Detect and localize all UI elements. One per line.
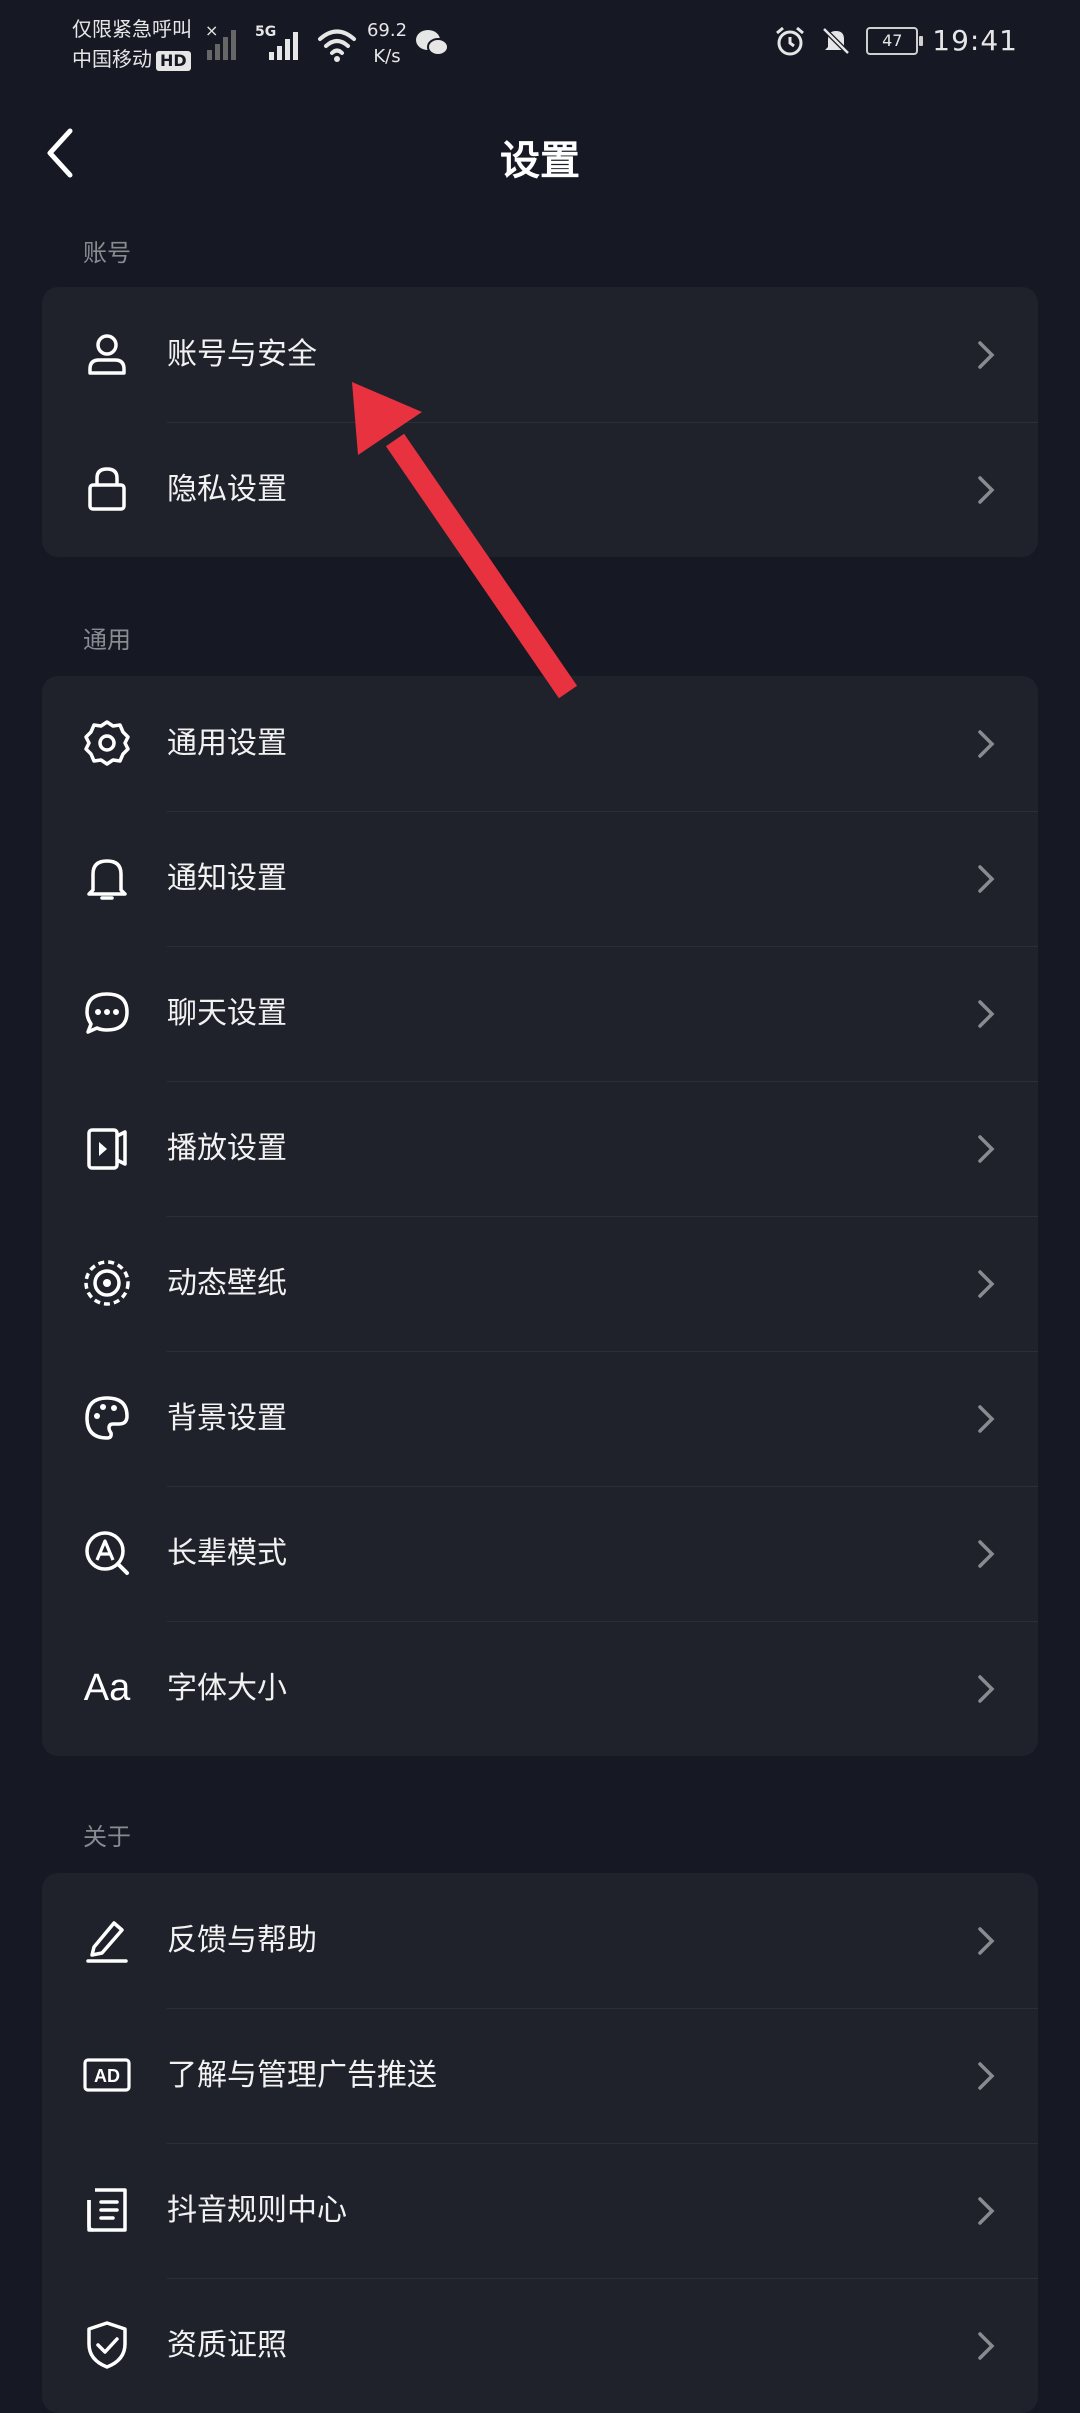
row-rules-center[interactable]: 抖音规则中心: [42, 2143, 1038, 2278]
chevron-right-icon: [978, 1540, 995, 1568]
ad-icon: AD: [82, 2050, 132, 2100]
gear-icon: [82, 718, 132, 768]
row-playback-settings[interactable]: 播放设置: [42, 1081, 1038, 1216]
play-icon: [82, 1123, 132, 1173]
chevron-right-icon: [978, 730, 995, 758]
row-general-settings[interactable]: 通用设置: [42, 676, 1038, 811]
signal-5g-icon: 5G: [255, 24, 298, 60]
chevron-right-icon: [978, 1270, 995, 1298]
pencil-icon: [82, 1915, 132, 1965]
font-size-icon: Aa: [82, 1663, 132, 1713]
page-title: 设置: [500, 138, 580, 184]
row-label: 背景设置: [167, 1401, 287, 1436]
section-label-about: 关于: [83, 1823, 131, 1851]
palette-icon: [82, 1393, 132, 1443]
network-speed: 69.2 K/s: [366, 20, 408, 67]
chevron-right-icon: [978, 1405, 995, 1433]
row-live-wallpaper[interactable]: 动态壁纸: [42, 1216, 1038, 1351]
chevron-right-icon: [978, 865, 995, 893]
row-label: 隐私设置: [167, 472, 287, 507]
chevron-right-icon: [978, 1675, 995, 1703]
chevron-right-icon: [978, 341, 995, 369]
card-general: 通用设置 通知设置 聊天设置 播放设置 动态壁纸 背景设置 长辈模式 Aa 字体…: [42, 676, 1038, 1756]
row-notification-settings[interactable]: 通知设置: [42, 811, 1038, 946]
row-elder-mode[interactable]: 长辈模式: [42, 1486, 1038, 1621]
row-label: 通知设置: [167, 861, 287, 896]
carrier-info: 仅限紧急呼叫 中国移动 HD: [72, 14, 202, 74]
header: 设置: [0, 100, 1080, 205]
row-account-security[interactable]: 账号与安全: [42, 287, 1038, 422]
mute-bell-icon: [822, 26, 851, 55]
bell-icon: [82, 853, 132, 903]
section-label-account: 账号: [83, 239, 131, 267]
row-label: 抖音规则中心: [167, 2193, 347, 2228]
carrier-line-1: 仅限紧急呼叫: [72, 17, 192, 41]
row-ad-management[interactable]: AD 了解与管理广告推送: [42, 2008, 1038, 2143]
row-background-settings[interactable]: 背景设置: [42, 1351, 1038, 1486]
chevron-right-icon: [978, 2062, 995, 2090]
row-font-size[interactable]: Aa 字体大小: [42, 1621, 1038, 1756]
status-bar: 仅限紧急呼叫 中国移动 HD × 5G 69.2 K/s 47 19:41: [0, 0, 1080, 90]
elder-mode-icon: [82, 1528, 132, 1578]
svg-text:×: ×: [205, 22, 218, 40]
wechat-icon: [416, 30, 449, 56]
row-label: 反馈与帮助: [167, 1923, 317, 1958]
row-label: 字体大小: [167, 1671, 287, 1706]
row-label: 播放设置: [167, 1131, 287, 1166]
row-chat-settings[interactable]: 聊天设置: [42, 946, 1038, 1081]
chevron-right-icon: [978, 476, 995, 504]
card-about: 反馈与帮助 AD 了解与管理广告推送 抖音规则中心 资质证照: [42, 1873, 1038, 2413]
section-label-general: 通用: [83, 626, 131, 654]
status-right: 47 19:41: [774, 24, 1018, 57]
shield-check-icon: [82, 2320, 132, 2370]
carrier-line-2: 中国移动: [72, 47, 152, 71]
row-label: 通用设置: [167, 726, 287, 761]
hd-badge: HD: [156, 51, 191, 71]
row-label: 长辈模式: [167, 1536, 287, 1571]
clock: 19:41: [932, 24, 1018, 57]
row-label: 动态壁纸: [167, 1266, 287, 1301]
row-label: 了解与管理广告推送: [167, 2058, 437, 2093]
chevron-right-icon: [978, 1135, 995, 1163]
card-account: 账号与安全 隐私设置: [42, 287, 1038, 557]
battery-indicator: 47: [866, 26, 924, 55]
live-wallpaper-icon: [82, 1258, 132, 1308]
chevron-right-icon: [978, 2197, 995, 2225]
network-type: 5G: [255, 24, 276, 40]
document-icon: [82, 2185, 132, 2235]
alarm-icon: [776, 26, 805, 55]
row-label: 聊天设置: [167, 996, 287, 1031]
person-icon: [82, 329, 132, 379]
ad-icon-text: AD: [94, 2066, 120, 2086]
lock-icon: [82, 464, 132, 514]
row-label: 账号与安全: [167, 337, 317, 372]
signal-group: × 5G: [205, 22, 357, 62]
row-privacy-settings[interactable]: 隐私设置: [42, 422, 1038, 557]
chevron-right-icon: [978, 1000, 995, 1028]
signal-no-sim-icon: ×: [205, 22, 236, 60]
wifi-icon: [318, 29, 356, 62]
row-label: 资质证照: [167, 2328, 287, 2363]
chevron-right-icon: [978, 2332, 995, 2360]
row-feedback-help[interactable]: 反馈与帮助: [42, 1873, 1038, 2008]
row-qualifications[interactable]: 资质证照: [42, 2278, 1038, 2413]
chevron-right-icon: [978, 1927, 995, 1955]
chat-bubble-icon: [82, 988, 132, 1038]
font-size-icon-text: Aa: [83, 1666, 131, 1709]
